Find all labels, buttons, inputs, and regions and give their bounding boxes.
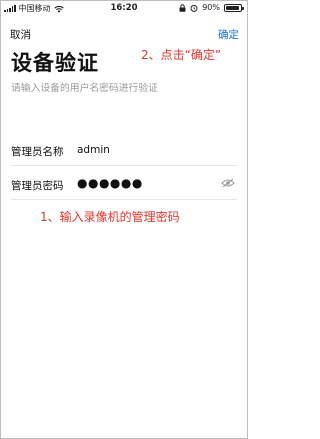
annotation-step-1: 1、输入录像机的管理密码 [40, 210, 180, 224]
battery-fill [226, 5, 239, 10]
page-subtitle: 请输入设备的用户名密码进行验证 [11, 83, 158, 94]
username-field[interactable]: admin [77, 144, 110, 156]
status-bar: 中国移动 16:20 90% [0, 0, 248, 16]
page-title: 设备验证 [11, 51, 99, 75]
username-label: 管理员名称 [11, 146, 64, 158]
password-label: 管理员密码 [11, 180, 64, 192]
password-row: 管理员密码 ●●●●●● [11, 170, 237, 200]
annotation-step-2: 2、点击“确定” [141, 48, 222, 62]
username-row: 管理员名称 admin [11, 136, 237, 166]
password-field[interactable]: ●●●●●● [77, 176, 143, 190]
status-right: 90% [179, 3, 244, 12]
lock-icon [179, 3, 186, 12]
battery-percent: 90% [202, 3, 220, 12]
confirm-button[interactable]: 确定 [218, 27, 239, 42]
eye-icon[interactable] [221, 178, 235, 188]
alarm-icon [190, 4, 198, 12]
battery-icon [224, 3, 244, 12]
cancel-button[interactable]: 取消 [10, 27, 31, 42]
